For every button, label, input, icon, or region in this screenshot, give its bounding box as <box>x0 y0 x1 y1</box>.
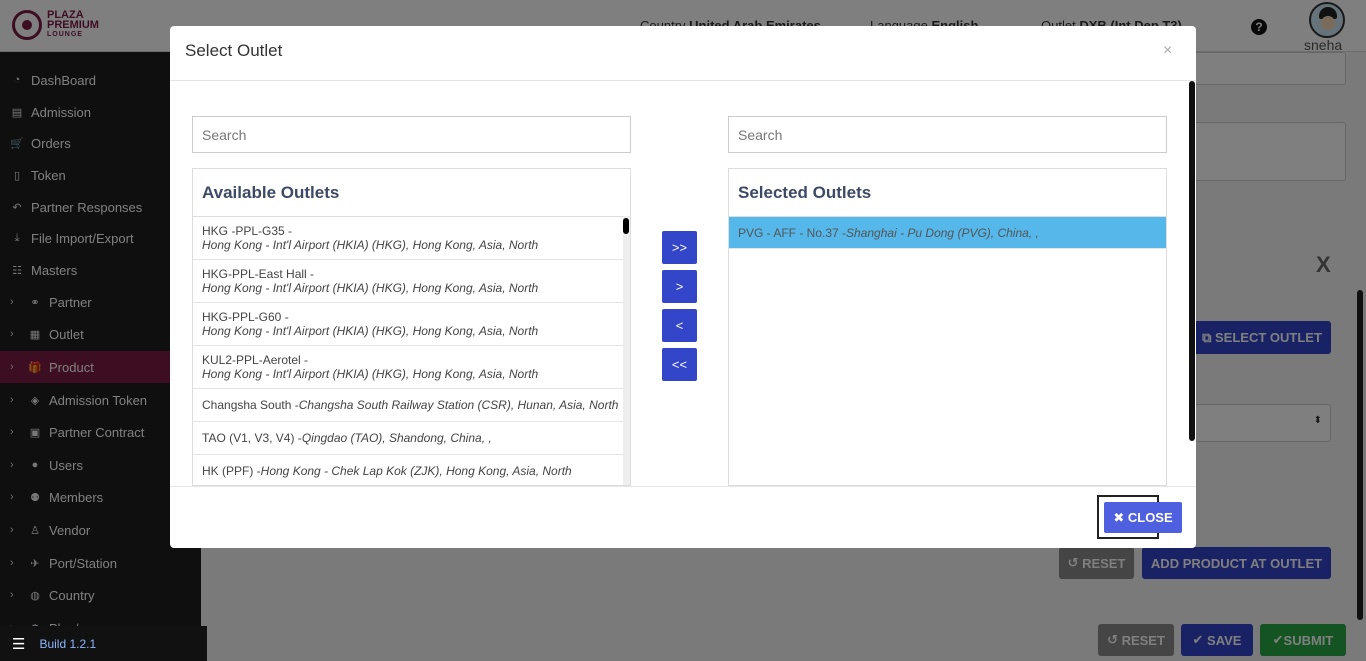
modal-scrollbar[interactable] <box>1189 81 1195 441</box>
scrollbar-thumb[interactable] <box>623 218 629 234</box>
available-outlets-title: Available Outlets <box>202 183 340 202</box>
outlet-code: PVG - AFF - No.37 - <box>738 226 847 240</box>
available-search-input[interactable]: Search <box>192 116 631 153</box>
selected-outlets-list[interactable]: PVG - AFF - No.37 -Shanghai - Pu Dong (P… <box>729 216 1166 485</box>
outlet-code: HKG-PPL-East Hall - <box>202 267 315 281</box>
modal-title: Select Outlet <box>185 41 283 60</box>
selected-outlets-panel: Selected Outlets PVG - AFF - No.37 -Shan… <box>728 168 1167 486</box>
times-icon: ✖ <box>1113 509 1128 525</box>
list-item[interactable]: HKG -PPL-G35 - Hong Kong - Int'l Airport … <box>193 217 623 260</box>
outlet-code: TAO (V1, V3, V4) - <box>202 431 302 445</box>
outlet-location: Hong Kong - Int'l Airport (HKIA) (HKG), … <box>202 238 539 252</box>
outlet-code: HK (PPF) - <box>202 464 261 478</box>
select-outlet-modal: Select Outlet × Search Available Outlets… <box>170 26 1196 548</box>
outlet-location: Shanghai - Pu Dong (PVG), China, , <box>846 226 1039 240</box>
hamburger-menu-icon[interactable]: ☰ <box>12 635 25 653</box>
outlet-location: Hong Kong - Int'l Airport (HKIA) (HKG), … <box>202 281 539 295</box>
outlet-location: Changsha South Railway Station (CSR), Hu… <box>298 398 619 412</box>
list-item[interactable]: Changsha South -Changsha South Railway S… <box>193 389 623 422</box>
list-item[interactable]: KUL2-PPL-Aerotel - Hong Kong - Int'l Airp… <box>193 346 623 389</box>
outlet-location: Hong Kong - Int'l Airport (HKIA) (HKG), … <box>202 324 539 338</box>
page-scrollbar[interactable] <box>1357 290 1363 620</box>
sidebar-footer: ☰ Build 1.2.1 <box>0 626 207 661</box>
list-item[interactable]: PVG - AFF - No.37 -Shanghai - Pu Dong (P… <box>729 217 1166 249</box>
selected-search-input[interactable]: Search <box>728 116 1167 153</box>
outlet-location: Hong Kong - Int'l Airport (HKIA) (HKG), … <box>202 367 539 381</box>
modal-header: Select Outlet × <box>170 26 1196 81</box>
outlet-location: Qingdao (TAO), Shandong, China, , <box>301 431 492 445</box>
available-outlets-list[interactable]: HKG -PPL-G35 - Hong Kong - Int'l Airport … <box>193 216 623 485</box>
outlet-code: HKG-PPL-G60 - <box>202 310 289 324</box>
outlet-code: KUL2-PPL-Aerotel - <box>202 353 309 367</box>
build-version: Build 1.2.1 <box>39 636 97 651</box>
selected-outlets-title: Selected Outlets <box>738 183 872 202</box>
available-outlets-panel: Available Outlets HKG -PPL-G35 - Hong Kon… <box>192 168 631 486</box>
move-all-right-button[interactable]: >> <box>662 231 697 264</box>
list-item[interactable]: HKG-PPL-East Hall - Hong Kong - Int'l Air… <box>193 260 623 303</box>
list-item[interactable]: HKG-PPL-G60 - Hong Kong - Int'l Airport (… <box>193 303 623 346</box>
move-all-left-button[interactable]: << <box>662 348 697 381</box>
modal-footer: ✖ CLOSE <box>170 486 1196 548</box>
outlet-location: Hong Kong - Chek Lap Kok (ZJK), Hong Kon… <box>260 464 572 478</box>
move-left-button[interactable]: < <box>662 309 697 342</box>
list-item[interactable]: HK (PPF) -Hong Kong - Chek Lap Kok (ZJK)… <box>193 455 623 485</box>
available-list-scrollbar[interactable] <box>623 216 630 485</box>
list-item[interactable]: TAO (V1, V3, V4) -Qingdao (TAO), Shandon… <box>193 422 623 455</box>
outlet-code: Changsha South - <box>202 398 299 412</box>
move-right-button[interactable]: > <box>662 270 697 303</box>
close-button[interactable]: ✖ CLOSE <box>1104 502 1182 533</box>
modal-close-icon[interactable]: × <box>1163 42 1172 60</box>
outlet-code: HKG -PPL-G35 - <box>202 224 293 238</box>
